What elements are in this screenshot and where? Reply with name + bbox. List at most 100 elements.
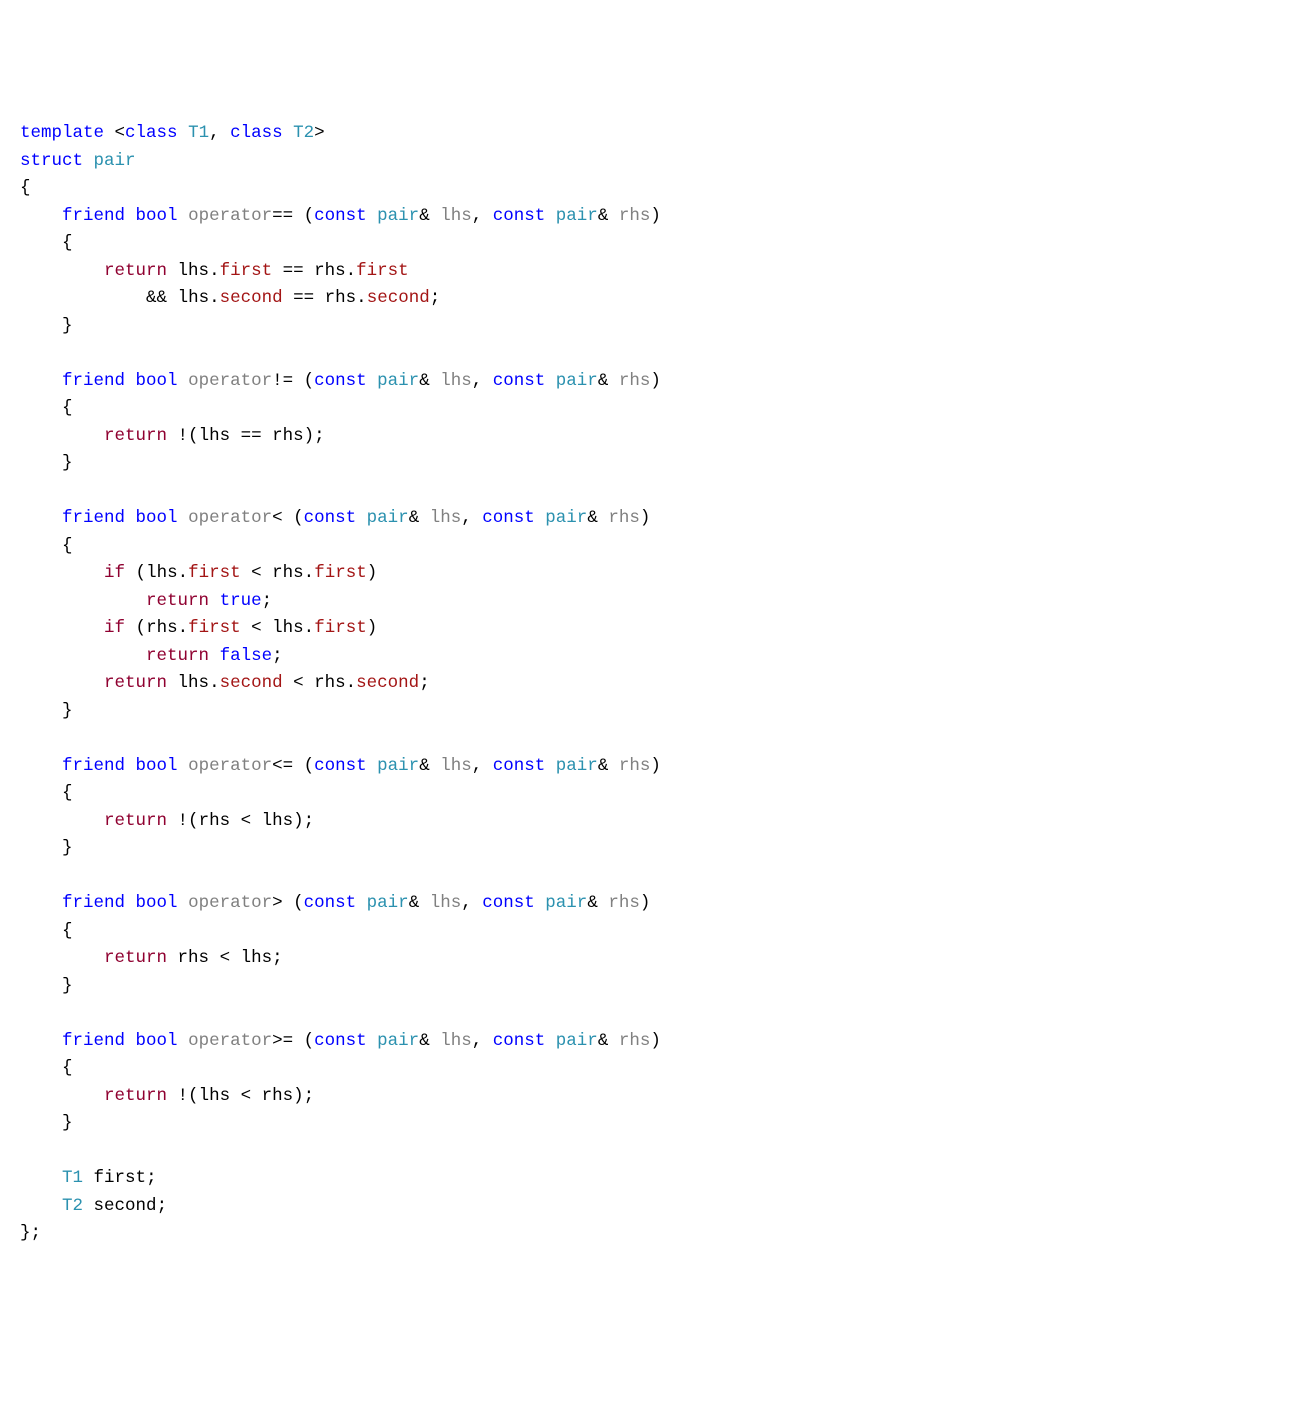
kw-class: class bbox=[230, 123, 283, 143]
type-pair: pair bbox=[556, 371, 598, 391]
type-pair: pair bbox=[556, 1031, 598, 1051]
var-rhs: rhs bbox=[314, 261, 346, 281]
var-lhs: lhs bbox=[272, 618, 304, 638]
kw-return: return bbox=[104, 261, 167, 281]
kw-const: const bbox=[314, 1031, 367, 1051]
type-pair: pair bbox=[367, 508, 409, 528]
kw-const: const bbox=[304, 893, 357, 913]
kw-return: return bbox=[104, 811, 167, 831]
kw-friend: friend bbox=[62, 206, 125, 226]
var-lhs: lhs bbox=[146, 563, 178, 583]
op-gt: operator bbox=[188, 893, 272, 913]
kw-false: false bbox=[220, 646, 273, 666]
var-lhs: lhs bbox=[440, 371, 472, 391]
sym-lt: < bbox=[272, 508, 283, 528]
sym-le: <= bbox=[272, 756, 293, 776]
mem-first: first bbox=[314, 563, 367, 583]
sym-gt: > bbox=[272, 893, 283, 913]
op-ge: operator bbox=[188, 1031, 272, 1051]
op-ne: operator bbox=[188, 371, 272, 391]
op-lt: operator bbox=[188, 508, 272, 528]
var-lhs: lhs bbox=[440, 1031, 472, 1051]
kw-return: return bbox=[104, 1086, 167, 1106]
mem-second: second bbox=[367, 288, 430, 308]
var-lhs: lhs bbox=[178, 673, 210, 693]
kw-struct: struct bbox=[20, 151, 83, 171]
type-T2: T2 bbox=[62, 1196, 83, 1216]
type-T2: T2 bbox=[293, 123, 314, 143]
mem-first: first bbox=[314, 618, 367, 638]
type-pair: pair bbox=[377, 1031, 419, 1051]
kw-class: class bbox=[125, 123, 178, 143]
var-rhs: rhs bbox=[619, 1031, 651, 1051]
var-rhs: rhs bbox=[146, 618, 178, 638]
kw-const: const bbox=[493, 1031, 546, 1051]
kw-friend: friend bbox=[62, 756, 125, 776]
kw-friend: friend bbox=[62, 508, 125, 528]
var-rhs: rhs bbox=[619, 756, 651, 776]
var-rhs: rhs bbox=[608, 508, 640, 528]
op-eq: operator bbox=[188, 206, 272, 226]
kw-if: if bbox=[104, 618, 125, 638]
var-rhs: rhs bbox=[178, 948, 210, 968]
var-lhs: lhs bbox=[178, 261, 210, 281]
kw-return: return bbox=[146, 646, 209, 666]
kw-const: const bbox=[314, 371, 367, 391]
var-rhs: rhs bbox=[314, 673, 346, 693]
type-pair: pair bbox=[377, 756, 419, 776]
var-lhs: lhs bbox=[440, 206, 472, 226]
kw-const: const bbox=[314, 206, 367, 226]
var-lhs: lhs bbox=[430, 508, 462, 528]
mem-second: second bbox=[94, 1196, 157, 1216]
sym-ge: >= bbox=[272, 1031, 293, 1051]
var-rhs: rhs bbox=[199, 811, 231, 831]
type-pair: pair bbox=[556, 206, 598, 226]
type-T1: T1 bbox=[62, 1168, 83, 1188]
var-lhs: lhs bbox=[430, 893, 462, 913]
kw-return: return bbox=[146, 591, 209, 611]
var-lhs: lhs bbox=[199, 1086, 231, 1106]
var-lhs: lhs bbox=[178, 288, 210, 308]
kw-friend: friend bbox=[62, 1031, 125, 1051]
code-block: template <class T1, class T2> struct pai… bbox=[20, 120, 1280, 1248]
type-pair: pair bbox=[556, 756, 598, 776]
kw-const: const bbox=[493, 206, 546, 226]
mem-second: second bbox=[220, 288, 283, 308]
kw-const: const bbox=[482, 893, 535, 913]
var-rhs: rhs bbox=[272, 426, 304, 446]
kw-if: if bbox=[104, 563, 125, 583]
var-lhs: lhs bbox=[440, 756, 472, 776]
mem-first: first bbox=[94, 1168, 147, 1188]
sym-eq: == bbox=[272, 206, 293, 226]
kw-bool: bool bbox=[136, 206, 178, 226]
kw-return: return bbox=[104, 426, 167, 446]
var-lhs: lhs bbox=[262, 811, 294, 831]
var-rhs: rhs bbox=[619, 371, 651, 391]
kw-bool: bool bbox=[136, 1031, 178, 1051]
type-pair: pair bbox=[377, 206, 419, 226]
kw-template: template bbox=[20, 123, 104, 143]
var-rhs: rhs bbox=[619, 206, 651, 226]
kw-friend: friend bbox=[62, 893, 125, 913]
mem-first: first bbox=[188, 563, 241, 583]
op-le: operator bbox=[188, 756, 272, 776]
var-rhs: rhs bbox=[325, 288, 357, 308]
type-T1: T1 bbox=[188, 123, 209, 143]
type-pair: pair bbox=[545, 508, 587, 528]
kw-return: return bbox=[104, 673, 167, 693]
kw-const: const bbox=[482, 508, 535, 528]
type-pair: pair bbox=[545, 893, 587, 913]
mem-second: second bbox=[220, 673, 283, 693]
var-rhs: rhs bbox=[262, 1086, 294, 1106]
kw-return: return bbox=[104, 948, 167, 968]
var-rhs: rhs bbox=[272, 563, 304, 583]
mem-second: second bbox=[356, 673, 419, 693]
mem-first: first bbox=[356, 261, 409, 281]
kw-bool: bool bbox=[136, 893, 178, 913]
type-pair: pair bbox=[367, 893, 409, 913]
kw-true: true bbox=[220, 591, 262, 611]
mem-first: first bbox=[220, 261, 273, 281]
var-lhs: lhs bbox=[199, 426, 231, 446]
mem-first: first bbox=[188, 618, 241, 638]
type-pair: pair bbox=[94, 151, 136, 171]
